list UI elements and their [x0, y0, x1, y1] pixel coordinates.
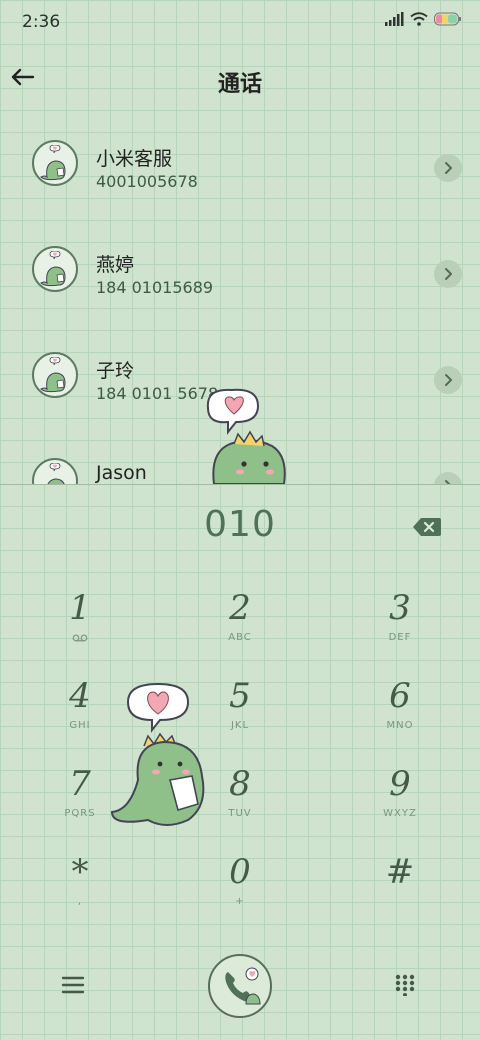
keypad-letters: , — [77, 896, 83, 907]
keypad-digit: # — [385, 852, 415, 892]
avatar — [32, 140, 78, 186]
keypad-digit: 2 — [229, 588, 251, 628]
contact-name: 小米客服 — [96, 148, 173, 170]
contact-name: Jason — [96, 462, 147, 484]
dino-avatar-icon — [40, 357, 66, 393]
keypad-digit: 1 — [69, 588, 91, 628]
voicemail-icon — [72, 634, 88, 642]
keypad-digit: 3 — [389, 588, 411, 628]
bottom-bar — [0, 950, 480, 1030]
keypad-key[interactable]: 1 — [20, 586, 140, 666]
keypad-digit: 9 — [389, 764, 411, 804]
signal-icon — [385, 12, 404, 26]
contact-detail-button[interactable] — [434, 260, 462, 288]
dino-avatar-icon — [40, 145, 66, 181]
keypad-letters: + — [235, 896, 245, 907]
contact-name: 子玲 — [96, 360, 135, 382]
contact-number: 4001005678 — [96, 172, 198, 191]
contact-detail-button[interactable] — [434, 472, 462, 484]
dialpad-icon[interactable] — [394, 974, 416, 996]
chevron-right-icon — [445, 162, 452, 174]
menu-icon[interactable] — [60, 974, 86, 996]
avatar — [32, 458, 78, 484]
keypad-key[interactable]: 0 + — [180, 850, 300, 930]
keypad-key[interactable]: # — [340, 850, 460, 930]
avatar — [32, 246, 78, 292]
contact-row[interactable]: 燕婷 184 01015689 — [0, 216, 480, 322]
list-divider — [0, 484, 480, 485]
keypad-letters: ABC — [228, 632, 252, 643]
dial-input-row: 010 — [0, 496, 480, 562]
chevron-right-icon — [445, 374, 452, 386]
keypad-digit: 0 — [229, 852, 251, 892]
avatar — [32, 352, 78, 398]
backspace-icon[interactable] — [412, 516, 442, 538]
page-title: 通话 — [217, 72, 262, 97]
keypad-key[interactable]: 2 ABC — [180, 586, 300, 666]
dino-avatar-icon — [40, 251, 66, 287]
dino-heart-sticker — [108, 680, 218, 830]
call-button[interactable] — [208, 954, 272, 1018]
keypad-key[interactable]: 9 WXYZ — [340, 762, 460, 842]
contact-detail-button[interactable] — [434, 154, 462, 182]
dino-avatar-icon — [47, 463, 65, 484]
contact-detail-button[interactable] — [434, 366, 462, 394]
contact-row[interactable]: 小米客服 4001005678 — [0, 110, 480, 216]
keypad-letters: WXYZ — [383, 808, 417, 819]
keypad-digit: 6 — [389, 676, 411, 716]
header: 通话 — [0, 56, 480, 104]
dino-peek-sticker — [200, 382, 292, 485]
wifi-icon — [410, 12, 428, 26]
dial-input[interactable]: 010 — [0, 504, 480, 545]
status-time: 2:36 — [22, 12, 61, 32]
keypad-letters: MNO — [386, 720, 414, 731]
keypad-key[interactable]: 3 DEF — [340, 586, 460, 666]
battery-icon — [434, 12, 461, 26]
contact-name: 燕婷 — [96, 254, 135, 276]
status-bar: 2:36 — [0, 0, 480, 44]
keypad-key[interactable]: *, — [20, 850, 140, 930]
keypad-key[interactable]: 6 MNO — [340, 674, 460, 754]
keypad-letters: DEF — [388, 632, 412, 643]
phone-icon — [225, 967, 261, 1005]
keypad-digit: * — [71, 852, 89, 892]
chevron-right-icon — [445, 268, 452, 280]
contact-number: 184 01015689 — [96, 278, 214, 297]
